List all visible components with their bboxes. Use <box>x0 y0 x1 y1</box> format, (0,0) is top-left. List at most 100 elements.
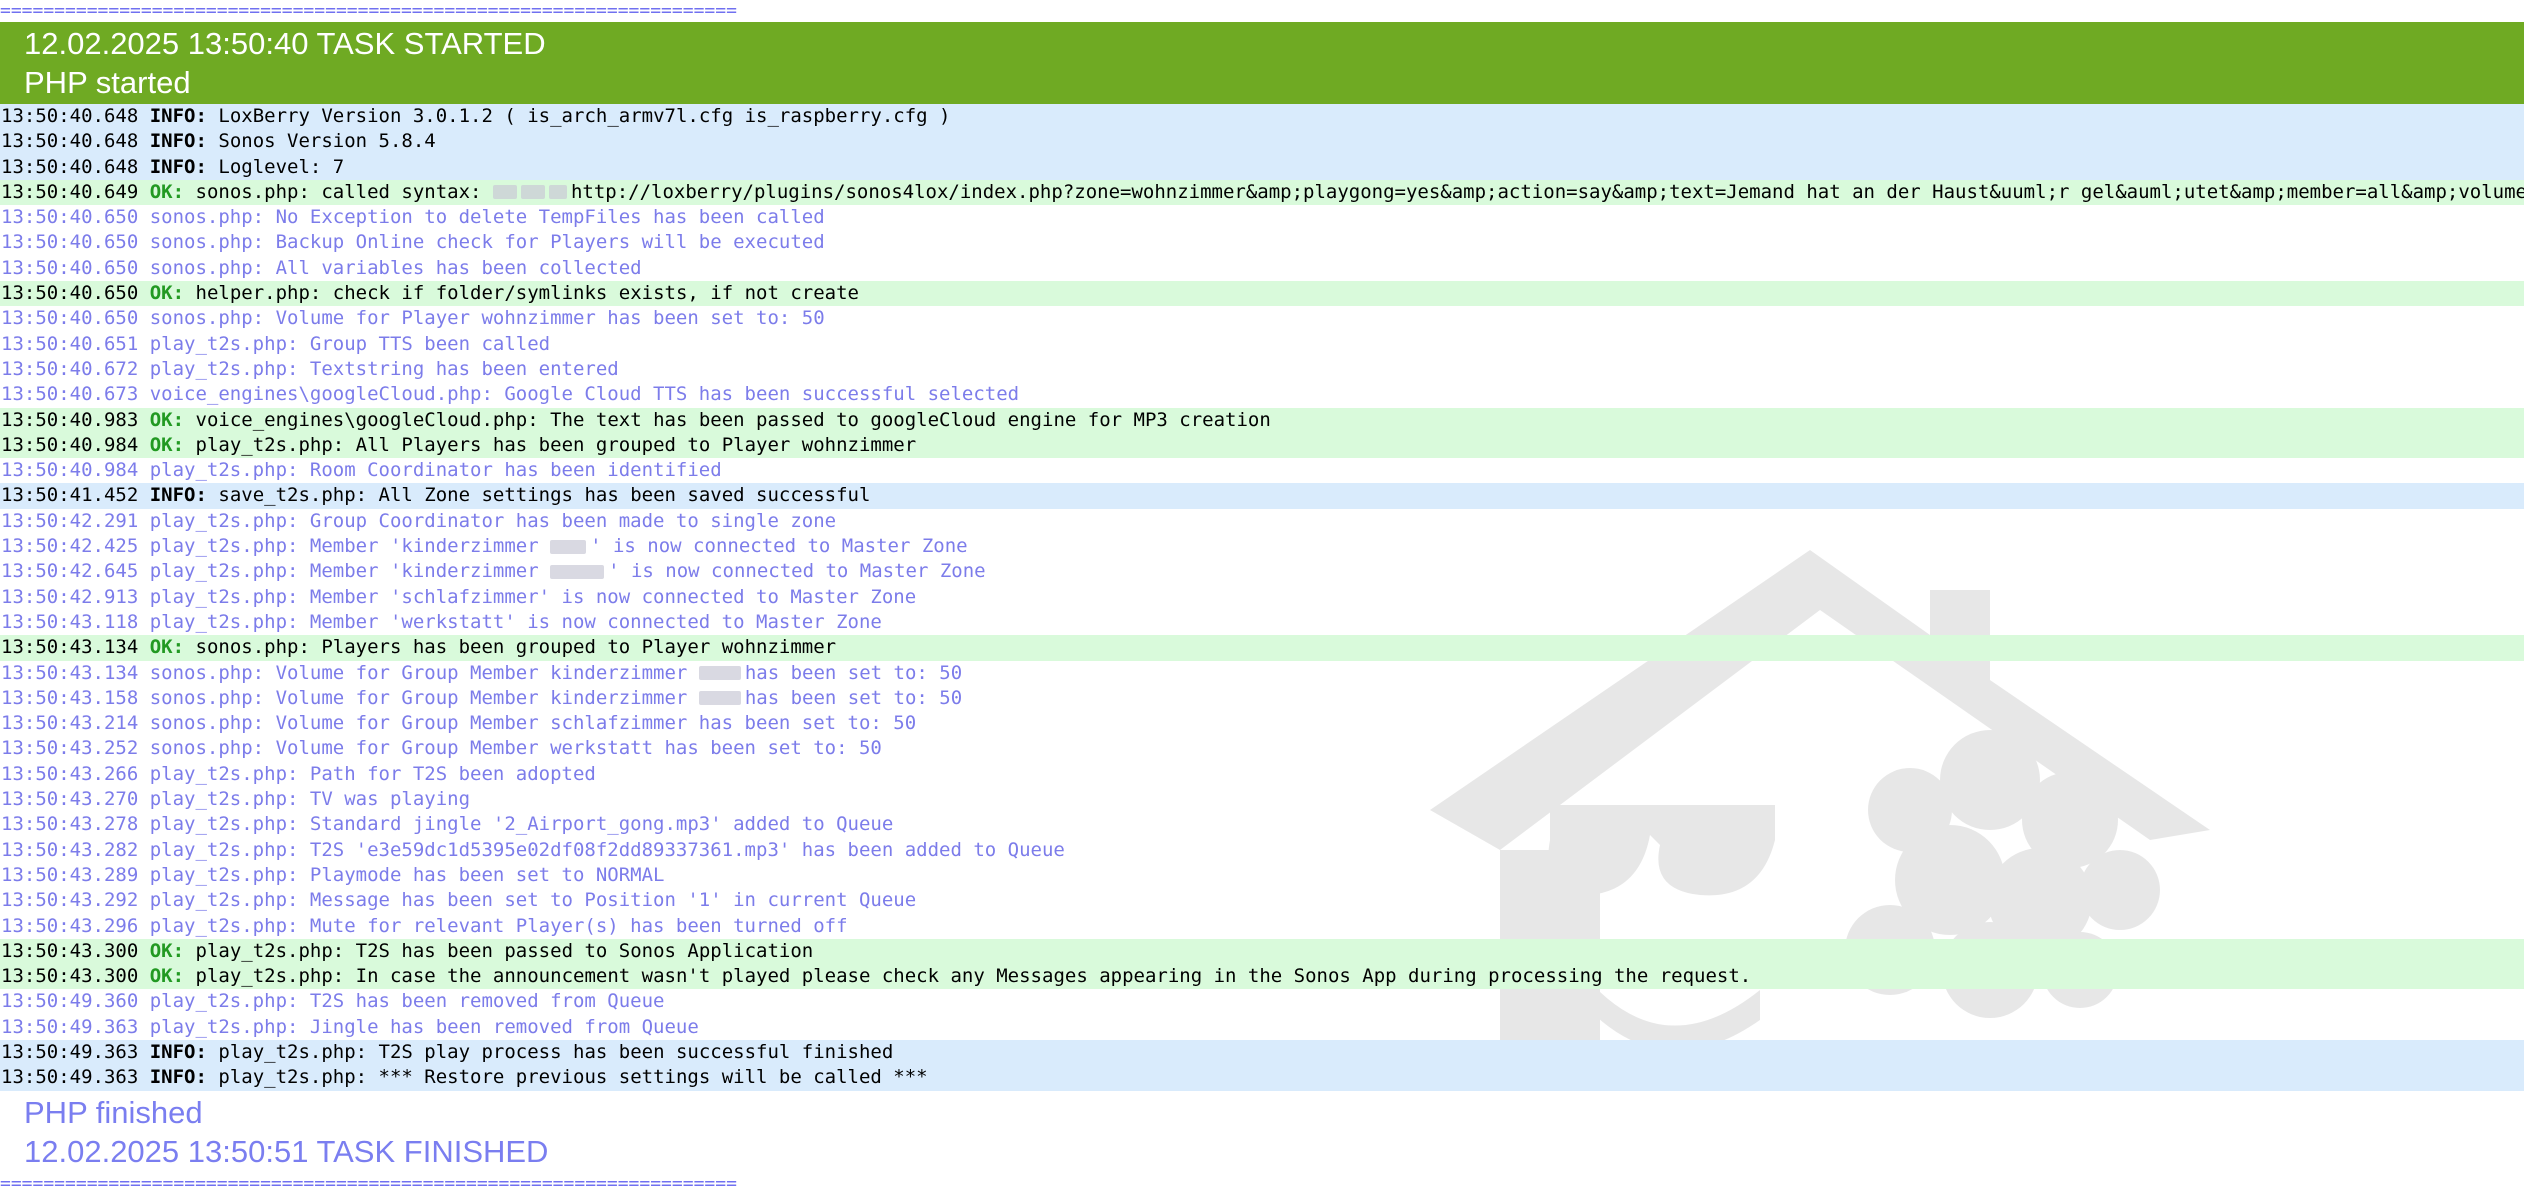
log-message-prefix: play_t2s.php: Member 'kinderzimmer <box>149 535 551 558</box>
log-message: has been set to: 50 <box>744 661 963 684</box>
php-started-label: PHP started <box>24 65 191 100</box>
log-timestamp: 13:50:43.300 <box>1 939 139 962</box>
log-level: OK: <box>149 636 185 659</box>
log-line: 13:50:43.252 sonos.php: Volume for Group… <box>0 736 2524 761</box>
log-timestamp: 13:50:42.425 <box>1 535 139 558</box>
log-line: 13:50:42.425 play_t2s.php: Member 'kinde… <box>0 534 2524 559</box>
log-level: INFO: <box>149 1066 207 1089</box>
log-level: OK: <box>149 433 185 456</box>
log-line: 13:50:43.214 sonos.php: Volume for Group… <box>0 711 2524 736</box>
log-timestamp: 13:50:42.913 <box>1 585 139 608</box>
log-message-prefix: sonos.php: Volume for Group Member kinde… <box>149 686 699 709</box>
redacted-block <box>698 666 741 681</box>
log-timestamp: 13:50:40.983 <box>1 408 139 431</box>
log-timestamp: 13:50:42.645 <box>1 560 139 583</box>
log-message: play_t2s.php: Playmode has been set to N… <box>149 863 665 886</box>
log-timestamp: 13:50:41.452 <box>1 484 139 507</box>
log-line: 13:50:49.363 play_t2s.php: Jingle has be… <box>0 1015 2524 1040</box>
log-timestamp: 13:50:43.300 <box>1 965 139 988</box>
log-timestamp: 13:50:40.673 <box>1 383 139 406</box>
log-timestamp: 13:50:40.650 <box>1 256 139 279</box>
log-message: Sonos Version 5.8.4 <box>218 130 436 153</box>
redacted-block <box>550 539 587 554</box>
log-message-prefix: sonos.php: Volume for Group Member kinde… <box>149 661 699 684</box>
log-message: play_t2s.php: All Players has been group… <box>195 433 917 456</box>
redacted-block <box>548 185 567 200</box>
redacted-block <box>492 185 517 200</box>
log-timestamp: 13:50:43.158 <box>1 686 139 709</box>
log-line: 13:50:40.648 INFO: Loglevel: 7 <box>0 154 2524 180</box>
log-timestamp: 13:50:43.266 <box>1 762 139 785</box>
log-timestamp: 13:50:43.292 <box>1 889 139 912</box>
log-line: 13:50:43.278 play_t2s.php: Standard jing… <box>0 812 2524 837</box>
log-timestamp: 13:50:43.270 <box>1 788 139 811</box>
log-timestamp: 13:50:40.650 <box>1 307 139 330</box>
task-footer: PHP finished 12.02.2025 13:50:51 TASK FI… <box>0 1091 2524 1173</box>
log-message-prefix: sonos.php: called syntax: <box>195 180 493 203</box>
log-timestamp: 13:50:43.214 <box>1 712 139 735</box>
separator-top: ========================================… <box>0 0 737 21</box>
separator-bottom: ========================================… <box>0 1172 737 1194</box>
log-message: play_t2s.php: Room Coordinator has been … <box>149 459 722 482</box>
log-message: helper.php: check if folder/symlinks exi… <box>195 282 859 305</box>
log-message: play_t2s.php: T2S play process has been … <box>218 1040 894 1063</box>
log-line: 13:50:43.270 play_t2s.php: TV was playin… <box>0 787 2524 812</box>
log-message: sonos.php: Players has been grouped to P… <box>195 636 837 659</box>
redacted-block <box>550 564 605 579</box>
log-view: ========================================… <box>0 0 2524 1195</box>
log-level: OK: <box>149 408 185 431</box>
log-message: play_t2s.php: TV was playing <box>149 788 471 811</box>
log-line: 13:50:43.134 sonos.php: Volume for Group… <box>0 661 2524 686</box>
log-level: OK: <box>149 939 185 962</box>
log-level: INFO: <box>149 130 207 153</box>
log-line: 13:50:42.645 play_t2s.php: Member 'kinde… <box>0 559 2524 584</box>
log-message: sonos.php: Backup Online check for Playe… <box>149 231 825 254</box>
log-message: save_t2s.php: All Zone settings has been… <box>218 484 871 507</box>
log-message: sonos.php: Volume for Group Member schla… <box>149 712 917 735</box>
log-line: 13:50:43.296 play_t2s.php: Mute for rele… <box>0 914 2524 939</box>
log-message: sonos.php: Volume for Player wohnzimmer … <box>149 307 825 330</box>
log-message: sonos.php: No Exception to delete TempFi… <box>149 206 825 229</box>
log-timestamp: 13:50:40.648 <box>1 155 139 178</box>
log-message-prefix: play_t2s.php: Member 'kinderzimmer <box>149 560 551 583</box>
log-message: ' is now connected to Master Zone <box>590 535 968 558</box>
log-line: 13:50:43.300 OK: play_t2s.php: T2S has b… <box>0 938 2524 965</box>
log-timestamp: 13:50:40.672 <box>1 357 139 380</box>
task-started-label: 12.02.2025 13:50:40 TASK STARTED <box>24 26 546 61</box>
log-level: INFO: <box>149 105 207 127</box>
log-timestamp: 13:50:40.984 <box>1 433 139 456</box>
log-line: 13:50:40.650 OK: helper.php: check if fo… <box>0 281 2524 307</box>
log-message: play_t2s.php: Standard jingle '2_Airport… <box>149 813 894 836</box>
log-message: play_t2s.php: Member 'schlafzimmer' is n… <box>149 585 917 608</box>
log-line: 13:50:40.650 sonos.php: Volume for Playe… <box>0 306 2524 331</box>
log-message: voice_engines\googleCloud.php: The text … <box>195 408 1271 431</box>
redacted-block <box>698 691 741 706</box>
log-message: sonos.php: All variables has been collec… <box>149 256 642 279</box>
log-timestamp: 13:50:43.118 <box>1 610 139 633</box>
log-line: 13:50:40.650 sonos.php: No Exception to … <box>0 205 2524 230</box>
log-level: INFO: <box>149 155 207 178</box>
log-timestamp: 13:50:40.648 <box>1 105 139 127</box>
log-line: 13:50:41.452 INFO: save_t2s.php: All Zon… <box>0 483 2524 509</box>
log-timestamp: 13:50:42.291 <box>1 509 139 532</box>
log-message: ' is now connected to Master Zone <box>608 560 986 583</box>
log-line: 13:50:49.360 play_t2s.php: T2S has been … <box>0 989 2524 1014</box>
log-line: 13:50:42.913 play_t2s.php: Member 'schla… <box>0 585 2524 610</box>
log-timestamp: 13:50:43.252 <box>1 737 139 760</box>
log-line: 13:50:42.291 play_t2s.php: Group Coordin… <box>0 509 2524 534</box>
log-line: 13:50:43.266 play_t2s.php: Path for T2S … <box>0 762 2524 787</box>
log-line: 13:50:43.118 play_t2s.php: Member 'werks… <box>0 610 2524 635</box>
log-message: play_t2s.php: Group TTS been called <box>149 332 551 355</box>
log-line: 13:50:40.649 OK: sonos.php: called synta… <box>0 179 2524 206</box>
log-message: sonos.php: Volume for Group Member werks… <box>149 737 882 760</box>
task-finished-label: 12.02.2025 13:50:51 TASK FINISHED <box>24 1133 549 1169</box>
log-level: OK: <box>149 965 185 988</box>
log-line: 13:50:43.134 OK: sonos.php: Players has … <box>0 635 2524 661</box>
log-message: play_t2s.php: T2S has been passed to Son… <box>195 939 814 962</box>
log-message: play_t2s.php: Group Coordinator has been… <box>149 509 837 532</box>
log-line: 13:50:40.673 voice_engines\googleCloud.p… <box>0 382 2524 407</box>
log-message: play_t2s.php: Message has been set to Po… <box>149 889 917 912</box>
log-message: LoxBerry Version 3.0.1.2 ( is_arch_armv7… <box>218 105 951 127</box>
log-line: 13:50:49.363 INFO: play_t2s.php: T2S pla… <box>0 1039 2524 1066</box>
log-message: play_t2s.php: Textstring has been entere… <box>149 357 619 380</box>
